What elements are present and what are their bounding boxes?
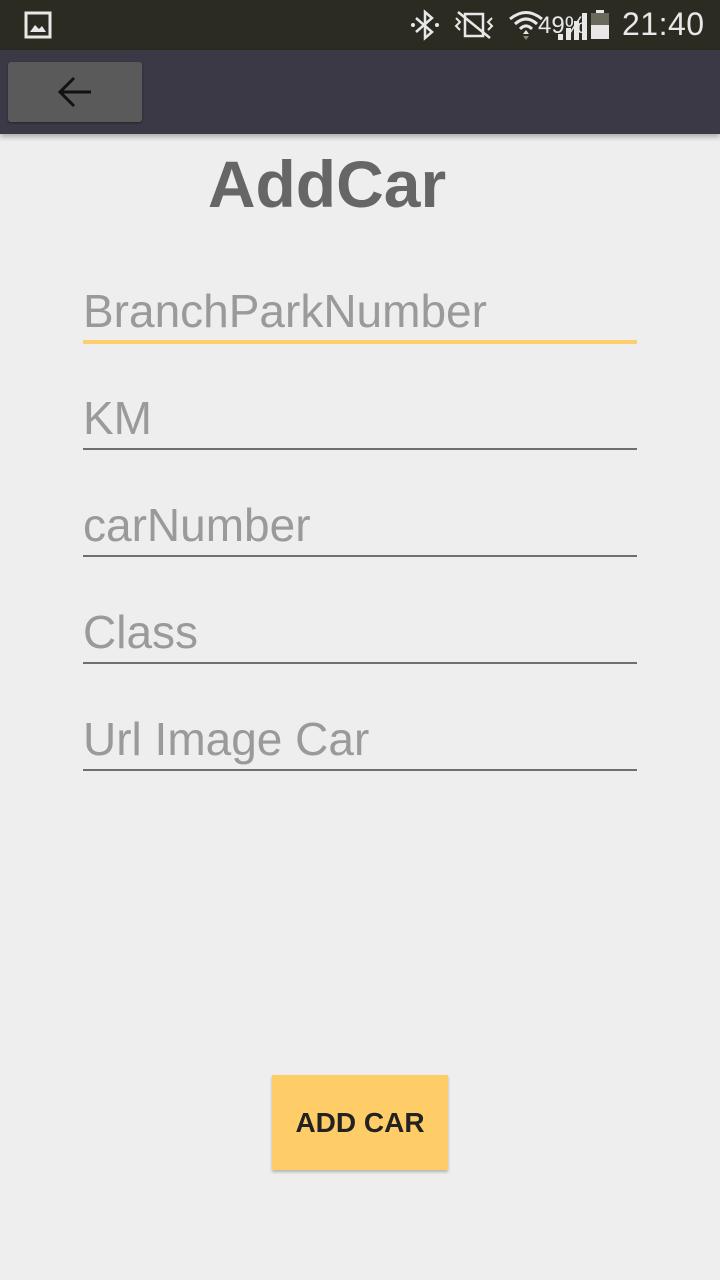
status-bar: 49% 21:40 — [0, 0, 720, 50]
arrow-left-icon — [57, 76, 91, 108]
url-image-car-field-wrapper — [83, 709, 637, 779]
battery-icon — [591, 10, 609, 39]
km-input[interactable] — [83, 388, 637, 450]
clock: 21:40 — [622, 6, 705, 42]
km-field-wrapper — [83, 388, 637, 458]
battery-percent: 49% — [538, 12, 587, 39]
app-bar — [0, 50, 720, 134]
back-button[interactable] — [8, 62, 142, 122]
branch-park-number-field-wrapper — [83, 282, 637, 352]
car-number-input[interactable] — [83, 495, 637, 557]
vibrate-mute-icon — [454, 11, 494, 39]
page-title: AddCar — [207, 147, 447, 221]
url-image-car-input[interactable] — [83, 709, 637, 771]
car-number-field-wrapper — [83, 495, 637, 565]
branch-park-number-input[interactable] — [83, 282, 637, 344]
bluetooth-icon — [411, 9, 439, 41]
class-field-wrapper — [83, 602, 637, 672]
class-input[interactable] — [83, 602, 637, 664]
add-car-button[interactable]: ADD CAR — [272, 1075, 448, 1170]
gallery-icon — [24, 11, 52, 39]
